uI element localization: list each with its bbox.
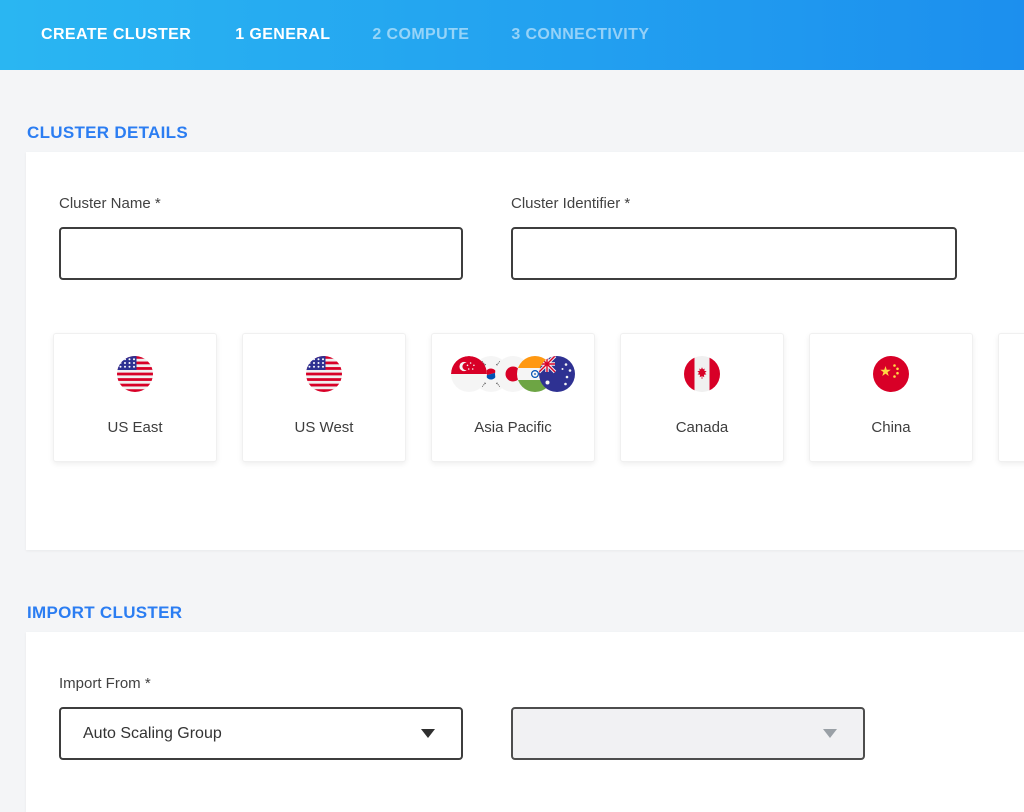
chevron-down-icon — [823, 729, 837, 738]
region-label: Asia Pacific — [474, 419, 552, 436]
asia-pacific-flags-icon — [451, 354, 575, 394]
canada-flag-icon — [684, 354, 720, 394]
region-card-canada[interactable]: Canada — [620, 333, 784, 462]
step-connectivity[interactable]: 3 CONNECTIVITY — [511, 26, 649, 44]
cluster-identifier-input[interactable] — [511, 227, 957, 280]
step-compute[interactable]: 2 COMPUTE — [372, 26, 469, 44]
import-cluster-heading: IMPORT CLUSTER — [27, 603, 1024, 622]
cluster-details-heading: CLUSTER DETAILS — [27, 123, 1024, 142]
page-title: CREATE CLUSTER — [41, 26, 191, 44]
cluster-identifier-field: Cluster Identifier * — [511, 195, 957, 280]
china-flag-icon — [873, 354, 909, 394]
singapore-flag-icon — [451, 356, 487, 392]
cluster-name-field: Cluster Name * — [59, 195, 463, 280]
cluster-name-input[interactable] — [59, 227, 463, 280]
cluster-details-card: Cluster Name * Cluster Identifier * — [26, 152, 1024, 550]
cluster-name-label: Cluster Name * — [59, 195, 463, 212]
step-general[interactable]: 1 GENERAL — [235, 26, 330, 44]
region-label: China — [871, 419, 910, 436]
create-cluster-form: CLUSTER DETAILS Cluster Name * Cluster I… — [0, 123, 1024, 812]
cluster-fields-row: Cluster Name * Cluster Identifier * — [59, 195, 1024, 280]
region-card-china[interactable]: China — [809, 333, 973, 462]
chevron-down-icon — [421, 729, 435, 738]
region-card-us-east[interactable]: US East — [53, 333, 217, 462]
australia-flag-icon — [539, 356, 575, 392]
import-cluster-card: Import From * Auto Scaling Group — [26, 632, 1024, 812]
wizard-steps: 1 GENERAL 2 COMPUTE 3 CONNECTIVITY — [235, 26, 649, 44]
import-from-selected-value: Auto Scaling Group — [83, 725, 421, 743]
import-dropdown-row: Auto Scaling Group — [59, 707, 1024, 760]
wizard-header: CREATE CLUSTER 1 GENERAL 2 COMPUTE 3 CON… — [0, 0, 1024, 70]
region-selector: US East — [53, 333, 1024, 462]
us-flag-icon — [117, 354, 153, 394]
import-from-label: Import From * — [59, 675, 1024, 692]
import-from-select[interactable]: Auto Scaling Group — [59, 707, 463, 760]
region-label: US West — [295, 419, 354, 436]
us-flag-icon — [306, 354, 342, 394]
region-card-asia-pacific[interactable]: Asia Pacific — [431, 333, 595, 462]
import-source-select[interactable] — [511, 707, 865, 760]
region-label: Canada — [676, 419, 729, 436]
region-card-partial[interactable] — [998, 333, 1024, 462]
cluster-identifier-label: Cluster Identifier * — [511, 195, 957, 212]
region-label: US East — [107, 419, 162, 436]
region-card-us-west[interactable]: US West — [242, 333, 406, 462]
